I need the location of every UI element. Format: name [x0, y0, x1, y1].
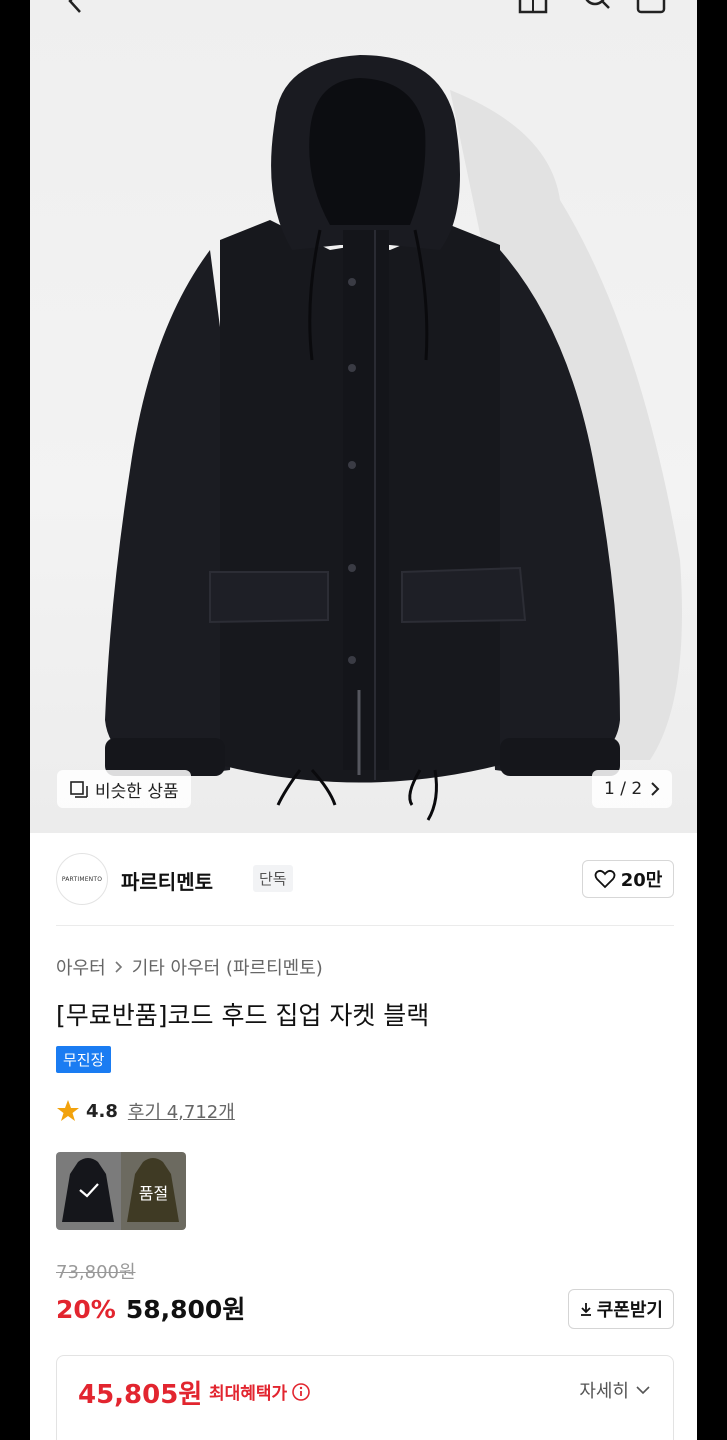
max-benefit-price: 45,805원 — [78, 1380, 203, 1410]
chevron-right-icon — [115, 961, 122, 973]
details-label: 자세히 — [579, 1381, 629, 1402]
breadcrumb-category[interactable]: 기타 아우터 (파르티멘토) — [132, 954, 323, 980]
black-jacket-thumb — [62, 1158, 114, 1222]
brand-row: PARTIMENTO 파르티멘토 단독 20만 — [56, 853, 674, 907]
info-icon — [292, 1382, 311, 1401]
price-row: 20% 58,800원 — [56, 1290, 245, 1326]
like-count: 20만 — [620, 870, 663, 891]
max-benefit-label[interactable]: 최대혜택가 — [209, 1379, 311, 1404]
star-icon — [57, 1100, 79, 1121]
product-title: [무료반품]코드 후드 집업 자켓 블랙 — [56, 1001, 430, 1030]
brand-logo[interactable]: PARTIMENTO — [56, 853, 108, 905]
coupon-label: 쿠폰받기 — [596, 1300, 663, 1321]
max-benefit-text: 최대혜택가 — [209, 1384, 288, 1404]
details-toggle[interactable]: 자세히 — [579, 1377, 651, 1403]
discount-rate: 20% — [56, 1295, 116, 1324]
review-link[interactable]: 후기 4,712개 — [128, 1098, 235, 1124]
similar-icon — [70, 781, 88, 798]
musinsa-badge: 무진장 — [56, 1046, 112, 1073]
rating-score: 4.8 — [86, 1100, 118, 1122]
pager-text: 1 / 2 — [604, 779, 643, 799]
color-options: 품절 — [56, 1152, 186, 1230]
similar-products-button[interactable]: 비슷한 상품 — [57, 770, 191, 808]
product-image[interactable]: 비슷한 상품 1 / 2 — [30, 0, 697, 833]
chevron-down-icon — [636, 1386, 650, 1395]
product-screen: 비슷한 상품 1 / 2 PARTIMENTO 파르티멘토 단독 20만 아우터… — [30, 0, 697, 1440]
exclusive-tag: 단독 — [253, 865, 293, 892]
like-button[interactable]: 20만 — [582, 860, 674, 898]
heart-icon — [594, 869, 616, 889]
chevron-right-icon — [651, 782, 660, 796]
sale-price: 58,800원 — [125, 1295, 246, 1324]
max-benefit-box: 45,805원 최대혜택가 자세히 — [56, 1355, 674, 1440]
image-pager[interactable]: 1 / 2 — [592, 770, 673, 808]
soldout-label: 품절 — [138, 1184, 169, 1203]
similar-products-label: 비슷한 상품 — [95, 781, 179, 802]
color-swatch-black[interactable] — [56, 1152, 121, 1230]
jacket-photo — [105, 55, 682, 821]
brand-logo-text: PARTIMENTO — [61, 875, 103, 883]
original-price: 73,800원 — [56, 1262, 136, 1283]
download-icon — [580, 1303, 591, 1316]
breadcrumb-outer[interactable]: 아우터 — [56, 954, 106, 980]
breadcrumb: 아우터 기타 아우터 (파르티멘토) — [56, 954, 323, 980]
color-swatch-khaki[interactable]: 품절 — [121, 1152, 186, 1230]
rating-row: 4.8 후기 4,712개 — [56, 1098, 235, 1124]
brand-name[interactable]: 파르티멘토 — [121, 866, 213, 895]
coupon-button[interactable]: 쿠폰받기 — [567, 1289, 674, 1329]
divider — [56, 925, 674, 926]
